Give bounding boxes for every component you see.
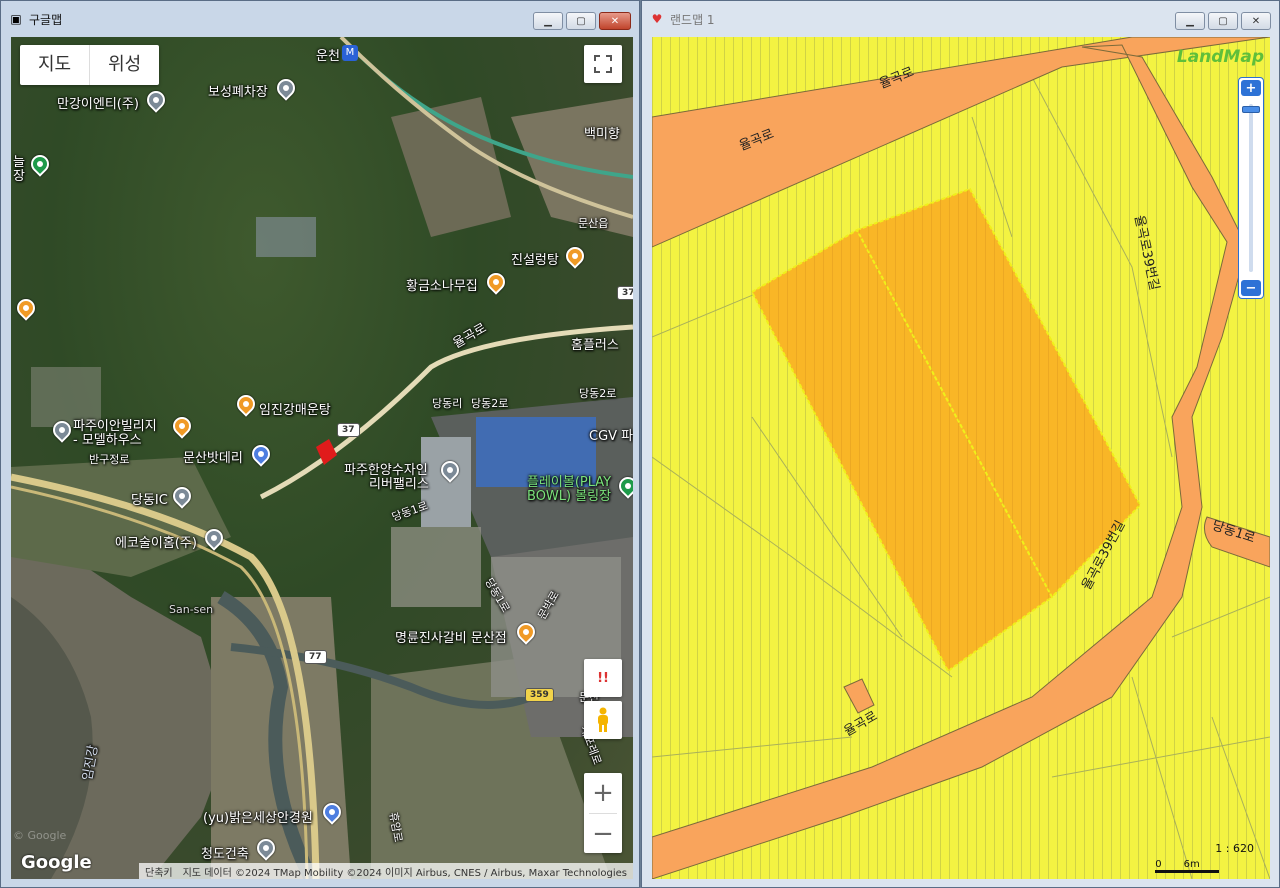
zoom-track[interactable]	[1249, 104, 1253, 272]
area-munsan-eup: 문산읍	[578, 217, 609, 230]
app-icon: ▣	[10, 12, 22, 26]
road-bangu: 반구정로	[89, 453, 130, 466]
map-type-toggle[interactable]: 지도 위성	[20, 45, 160, 85]
fullscreen-button[interactable]	[584, 45, 622, 83]
place-playbowl-2[interactable]: BOWL) 볼링장	[527, 485, 611, 504]
cadastral-map[interactable]: 율곡로 율곡로 율곡로39번길 율곡로39번길 율곡로 당동1로 LandMap…	[652, 37, 1270, 879]
zoom-in-button[interactable]: +	[584, 773, 622, 813]
place-eco[interactable]: 에코술이홈(주)	[115, 532, 197, 551]
google-logo: Google	[21, 852, 92, 873]
route-37-shield: 37	[617, 286, 633, 300]
place-myeongryun[interactable]: 명륜진사갈비 문산점	[395, 627, 507, 646]
road-dangdong2ro-a: 당동2로	[579, 387, 617, 400]
zoom-in-button[interactable]: +	[1241, 80, 1261, 96]
satellite-map[interactable]: 지도 위성 운천 M 만강이엔티(주) 보성폐차장 늘 장 백미향 문산읍 진설…	[11, 37, 633, 879]
scale-indicator: 1 : 620 0 6m	[1155, 842, 1254, 873]
place-jang: 장	[13, 169, 25, 184]
place-mangang[interactable]: 만강이엔티(주)	[57, 93, 139, 112]
place-riverpalace[interactable]: 리버팰리스	[369, 473, 429, 492]
place-munsan-day[interactable]: 문산밧데리	[183, 447, 243, 466]
place-imjin[interactable]: 임진강매운탕	[259, 399, 331, 418]
map-data-text: 지도 데이터 ©2024 TMap Mobility ©2024 이미지 Air…	[182, 867, 627, 879]
window-title: 랜드맵 1	[670, 12, 715, 27]
place-model[interactable]: - 모델하우스	[73, 429, 142, 448]
scale-bar	[1155, 870, 1220, 873]
place-cheongdo[interactable]: 청도건축	[201, 843, 249, 862]
landmap-logo: LandMap	[1176, 47, 1264, 67]
scale-unit: 6m	[1183, 859, 1200, 870]
tab-map[interactable]: 지도	[20, 45, 89, 85]
area-sanseon: San-sen	[169, 603, 214, 616]
zoom-thumb[interactable]	[1242, 106, 1260, 113]
place-dangdong-ic[interactable]: 당동IC	[131, 489, 168, 508]
zoom-out-button[interactable]: −	[584, 814, 622, 853]
pegman-icon	[598, 707, 608, 732]
maximize-button[interactable]: ▢	[1208, 12, 1238, 30]
landmap-window: ♥ 랜드맵 1 ▁ ▢ ✕ 율곡로 율곡로 율곡로39번길 율곡로39번길 율곡…	[641, 0, 1280, 888]
parcel-drawing	[652, 37, 1270, 879]
fullscreen-icon	[594, 55, 612, 73]
faint-watermark: © Google	[13, 829, 67, 842]
route-37-shield: 37	[337, 423, 360, 437]
alert-button[interactable]: !!	[584, 659, 622, 697]
close-button[interactable]: ✕	[599, 12, 631, 30]
route-359-shield: 359	[525, 688, 554, 702]
place-hwanggeum[interactable]: 황금소나무집	[406, 275, 478, 294]
road-dangdong2ro-b: 당동2로	[471, 397, 509, 410]
station-label: 운천	[316, 49, 340, 64]
route-77-shield: 77	[304, 650, 327, 664]
window-title: 구글맵	[29, 12, 63, 27]
street-view-pegman[interactable]	[584, 701, 622, 739]
title-bar[interactable]: ♥ 랜드맵 1 ▁ ▢ ✕	[642, 1, 1279, 37]
app-icon: ♥	[651, 12, 663, 26]
minimize-button[interactable]: ▁	[1175, 12, 1205, 30]
zoom-slider[interactable]: + −	[1238, 77, 1264, 299]
zoom-out-button[interactable]: −	[1241, 280, 1261, 296]
place-cgv[interactable]: CGV 파	[589, 425, 633, 444]
minimize-button[interactable]: ▁	[533, 12, 563, 30]
zoom-controls: + −	[584, 773, 622, 853]
place-boseong[interactable]: 보성폐차장	[208, 81, 268, 100]
close-button[interactable]: ✕	[1241, 12, 1271, 30]
attribution-bar: 단축키 지도 데이터 ©2024 TMap Mobility ©2024 이미지…	[139, 863, 633, 879]
scale-ratio: 1 : 620	[1215, 842, 1254, 855]
alert-icon: !!	[597, 670, 609, 686]
maximize-button[interactable]: ▢	[566, 12, 596, 30]
area-dangdongri: 당동리	[432, 397, 463, 410]
place-yu[interactable]: (yu)밝은세상안경원	[203, 807, 313, 826]
place-jinseol[interactable]: 진설렁탕	[511, 249, 559, 268]
scale-zero: 0	[1155, 859, 1162, 870]
google-map-window: ▣ 구글맵 ▁ ▢ ✕ 지도 위성 운천 M 만강이엔티(주) 보성폐차장 늘 …	[0, 0, 640, 888]
tab-satellite[interactable]: 위성	[89, 45, 159, 85]
shortcuts-link[interactable]: 단축키	[145, 864, 173, 879]
place-baekmi[interactable]: 백미향	[584, 123, 620, 142]
place-homeplus[interactable]: 홈플러스	[571, 334, 619, 353]
metro-icon: M	[342, 45, 358, 61]
title-bar[interactable]: ▣ 구글맵 ▁ ▢ ✕	[1, 1, 639, 37]
